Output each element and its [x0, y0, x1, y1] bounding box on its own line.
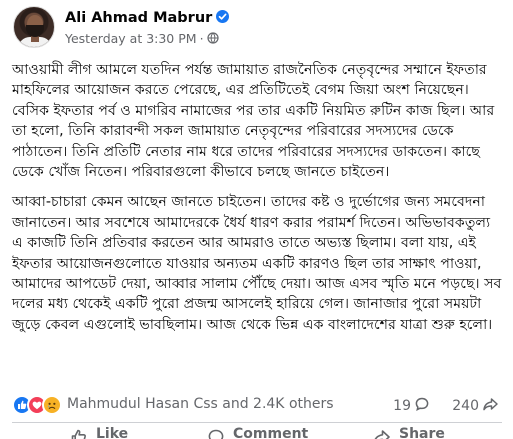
- like-button[interactable]: Like: [70, 426, 128, 439]
- comment-count[interactable]: 19: [393, 396, 430, 414]
- globe-icon: [206, 32, 219, 44]
- share-count[interactable]: 240: [452, 396, 499, 414]
- comment-icon: [415, 397, 429, 411]
- post-body: আওয়ামী লীগ আমলে যতদিন পর্যন্ত জামায়াত …: [12, 60, 504, 345]
- avatar[interactable]: [13, 6, 55, 48]
- actions-divider: [12, 422, 502, 423]
- author-name-text[interactable]: Ali Ahmad Mabrur: [65, 10, 212, 26]
- post-meta: Yesterday at 3:30 PM ·: [65, 31, 219, 46]
- author-name[interactable]: Ali Ahmad Mabrur: [65, 10, 230, 26]
- reactions-summary[interactable]: Mahmudul Hasan Css and 2.4K others: [67, 396, 334, 412]
- like-label[interactable]: Like: [96, 426, 128, 439]
- like-icon: [71, 429, 86, 439]
- share-button[interactable]: Share: [372, 426, 445, 439]
- share-count-value[interactable]: 240: [452, 398, 479, 414]
- comment-count-value[interactable]: 19: [393, 398, 411, 414]
- post-timestamp[interactable]: Yesterday at 3:30 PM: [65, 31, 197, 46]
- post-actions: Like Comment Share: [12, 424, 502, 439]
- meta-separator: ·: [199, 31, 204, 46]
- reaction-icons[interactable]: [12, 395, 72, 415]
- share-icon: [483, 398, 498, 411]
- facebook-post: Ali Ahmad Mabrur Yesterday at 3:30 PM · আ…: [0, 0, 513, 439]
- comment-icon: [208, 429, 224, 439]
- comment-button[interactable]: Comment: [207, 426, 308, 439]
- post-stats: Mahmudul Hasan Css and 2.4K others 19 24…: [12, 394, 502, 416]
- comment-label[interactable]: Comment: [233, 426, 308, 439]
- share-label[interactable]: Share: [399, 426, 445, 439]
- post-paragraph: আব্বা-চাচারা কেমন আছেন জানতে চাইতেন। তাদ…: [12, 194, 502, 333]
- share-icon: [374, 430, 390, 439]
- post-header: Ali Ahmad Mabrur Yesterday at 3:30 PM ·: [13, 6, 503, 54]
- post-paragraph: আওয়ামী লীগ আমলে যতদিন পর্যন্ত জামায়াত …: [12, 62, 495, 181]
- verified-badge-icon: [216, 10, 230, 23]
- sad-reaction-icon: [42, 395, 62, 415]
